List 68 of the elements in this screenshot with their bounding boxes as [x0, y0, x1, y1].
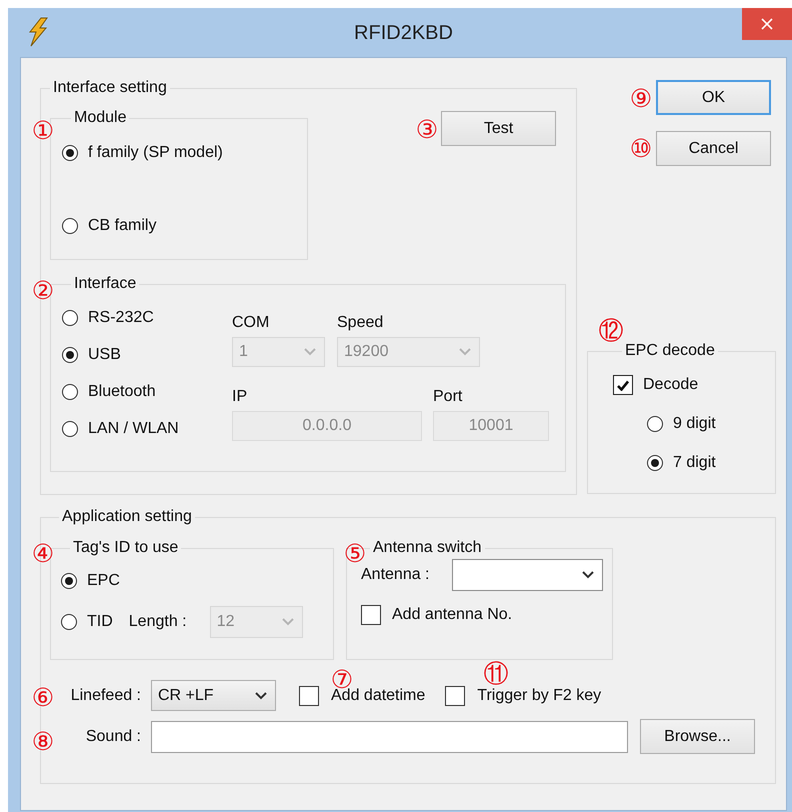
checkmark-icon — [617, 380, 629, 390]
callout-number: ② — [30, 278, 56, 304]
callout-number: ⑧ — [30, 729, 56, 755]
group-label: Antenna switch — [372, 539, 483, 557]
radio-label: Bluetooth — [88, 383, 156, 401]
callout-number: ⑨ — [628, 86, 654, 112]
cancel-button[interactable]: Cancel — [656, 131, 771, 166]
radio-button[interactable] — [62, 310, 78, 326]
callout-number: ⑪ — [483, 661, 509, 687]
radio-label: CB family — [88, 217, 156, 235]
field-label: Antenna : — [361, 566, 430, 584]
radio-button[interactable] — [62, 421, 78, 437]
test-button[interactable]: Test — [441, 111, 556, 146]
radio-button[interactable] — [62, 145, 78, 161]
field-label: Speed — [337, 313, 384, 333]
callout-number: ③ — [414, 117, 440, 143]
callout-number: ⑩ — [628, 136, 654, 162]
radio-label: f family (SP model) — [88, 144, 223, 162]
radio-button[interactable] — [62, 347, 78, 363]
group-label: Tag's ID to use — [72, 539, 180, 557]
radio-button[interactable] — [62, 384, 78, 400]
radio-label: TID — [87, 613, 113, 631]
group-label: Application setting — [61, 508, 193, 526]
radio-button[interactable] — [647, 455, 663, 471]
radio-label: 9 digit — [673, 415, 716, 433]
checkbox[interactable] — [613, 375, 633, 395]
browse-button[interactable]: Browse... — [640, 719, 755, 754]
ok-button[interactable]: OK — [656, 80, 771, 115]
chevron-down-icon — [304, 348, 316, 356]
checkbox-label: Trigger by F2 key — [477, 686, 602, 704]
radio-label: EPC — [87, 572, 120, 590]
checkbox[interactable] — [445, 686, 466, 706]
field-label: IP — [232, 387, 248, 407]
input-field[interactable] — [151, 720, 628, 752]
field-label: COM — [232, 313, 270, 333]
field-label: Length : — [128, 613, 188, 631]
group-label: Interface setting — [52, 79, 168, 97]
chevron-down-icon — [582, 571, 594, 579]
group-label: Module — [73, 109, 128, 127]
chevron-down-icon — [459, 348, 471, 356]
checkbox-label: Add antenna No. — [392, 606, 512, 624]
callout-number: ④ — [30, 541, 56, 567]
radio-label: USB — [88, 346, 121, 364]
close-button[interactable] — [742, 8, 792, 40]
dropdown[interactable] — [452, 559, 603, 591]
radio-label: 7 digit — [673, 454, 716, 472]
checkbox[interactable] — [299, 686, 319, 706]
field-label: Sound : — [84, 728, 141, 746]
dropdown[interactable]: CR +LF — [151, 680, 276, 711]
field-label: Port — [433, 387, 464, 407]
callout-number: ⑫ — [598, 318, 624, 344]
radio-button[interactable] — [61, 573, 77, 589]
chevron-down-icon — [282, 618, 294, 626]
callout-number: ① — [30, 118, 56, 144]
radio-button[interactable] — [61, 614, 77, 630]
field-label: Linefeed : — [70, 686, 141, 704]
radio-button[interactable] — [62, 218, 78, 234]
radio-label: LAN / WLAN — [88, 420, 179, 438]
radio-label: RS-232C — [88, 309, 154, 327]
window-title: RFID2KBD — [353, 22, 454, 45]
radio-button[interactable] — [647, 416, 663, 432]
callout-number: ⑥ — [30, 685, 56, 711]
checkbox[interactable] — [361, 605, 381, 625]
callout-number: ⑤ — [342, 541, 368, 567]
checkbox-label: Decode — [643, 376, 698, 394]
chevron-down-icon — [255, 692, 267, 700]
group-label: EPC decode — [624, 342, 716, 360]
group-label: Interface — [73, 275, 138, 293]
